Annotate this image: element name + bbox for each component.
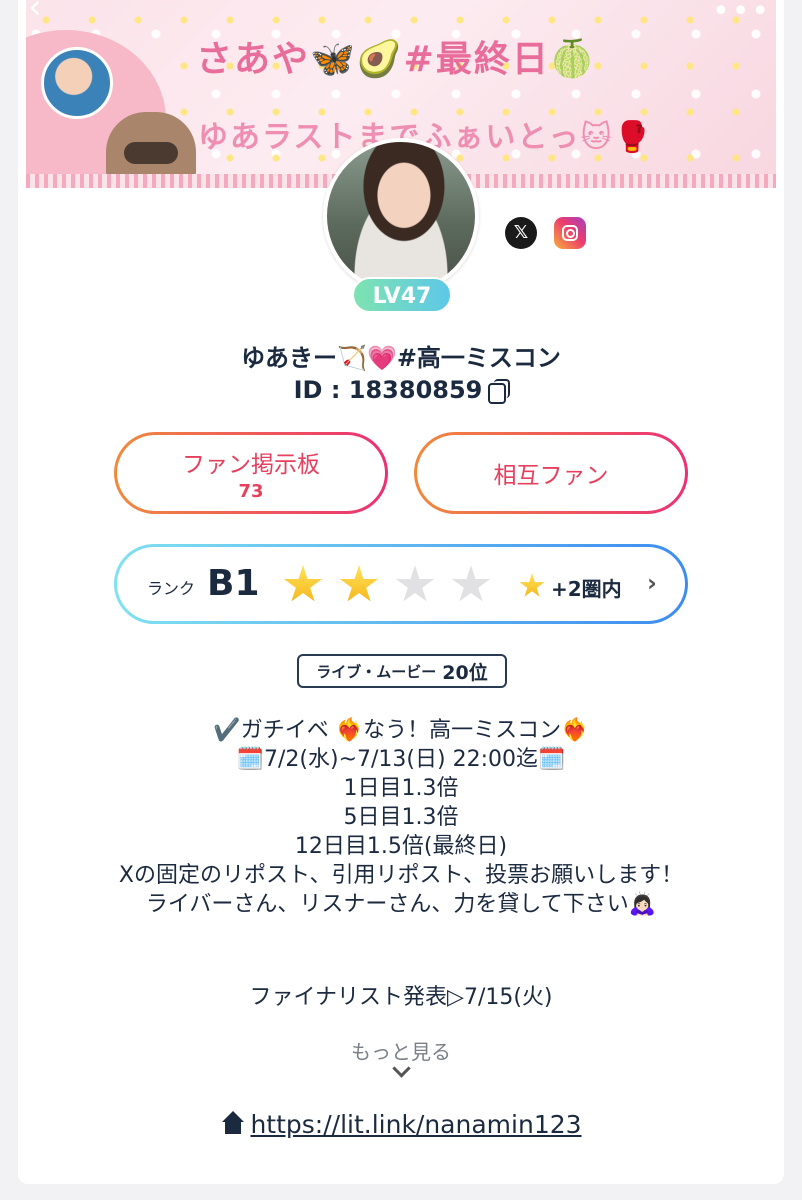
bio-text: ✔️ガチイベ ❤️‍🔥なう！高一ミスコン❤️‍🔥 🗓️7/2(水)~7/13(日… <box>0 716 802 919</box>
bio-line: ライバーさん、リスナーさん、力を貸して下さい🙇🏻‍♀️ <box>145 892 657 917</box>
copy-icon[interactable] <box>488 379 511 404</box>
category-rank-badge[interactable]: ライブ・ムービー 20位 <box>297 654 507 688</box>
username: ゆあきー🏹💗#高一ミスコン <box>241 344 561 372</box>
bio-line: Xの固定のリポスト、引用リポスト、投票お願いします！ <box>118 863 684 888</box>
rank-label: ランク <box>147 579 196 598</box>
profile-link-text[interactable]: https://lit.link/nanamin123 <box>250 1110 581 1139</box>
fan-board-button[interactable]: ファン掲示板 73 <box>114 432 388 514</box>
mutual-fan-button[interactable]: 相互ファン <box>414 432 688 514</box>
level-badge: LV47 <box>352 277 452 313</box>
rank-value: B1 <box>207 563 260 604</box>
user-id-row: ID : 18380859 <box>0 376 802 404</box>
category-rank: 20位 <box>442 661 488 684</box>
user-id: ID : 18380859 <box>293 376 483 404</box>
bio-line: 5日目1.3倍 <box>343 805 459 830</box>
star-icon <box>451 565 491 602</box>
more-dots-icon[interactable]: ••• <box>712 0 771 29</box>
star-icon <box>339 565 379 602</box>
rank-progress: +2圏内 <box>551 577 622 601</box>
bio-line: ファイナリスト発表▷7/15(火) <box>249 985 553 1010</box>
bio-line: 12日目1.5倍(最終日) <box>294 834 508 859</box>
banner-title: さあや🦋🥑#最終日🍈 <box>196 39 597 80</box>
star-icon <box>283 565 323 602</box>
bio-line: 🗓️7/2(水)~7/13(日) 22:00迄🗓️ <box>236 747 566 772</box>
bio-line: ✔️ガチイベ ❤️‍🔥なう！高一ミスコン❤️‍🔥 <box>213 718 589 743</box>
chevron-right-icon: › <box>647 569 657 597</box>
chevron-left-icon[interactable]: ‹ <box>28 0 52 24</box>
x-icon[interactable]: 𝕏 <box>505 217 537 249</box>
rank-panel[interactable]: ランク B1 +2圏内 › <box>114 544 688 624</box>
bio-line: 1日目1.3倍 <box>343 776 459 801</box>
category-label: ライブ・ムービー <box>316 662 437 681</box>
fan-board-count: 73 <box>238 480 264 502</box>
mutual-fan-label: 相互ファン <box>493 463 609 489</box>
fan-board-label: ファン掲示板 <box>182 451 320 478</box>
banner-avatar <box>41 47 113 119</box>
profile-link[interactable]: https://lit.link/nanamin123 <box>0 1110 802 1139</box>
chevron-down-icon[interactable] <box>389 1062 413 1080</box>
instagram-icon[interactable] <box>554 217 586 249</box>
star-icon <box>395 565 435 602</box>
star-icon <box>519 573 545 597</box>
avatar[interactable] <box>323 138 479 294</box>
home-icon <box>220 1111 246 1135</box>
